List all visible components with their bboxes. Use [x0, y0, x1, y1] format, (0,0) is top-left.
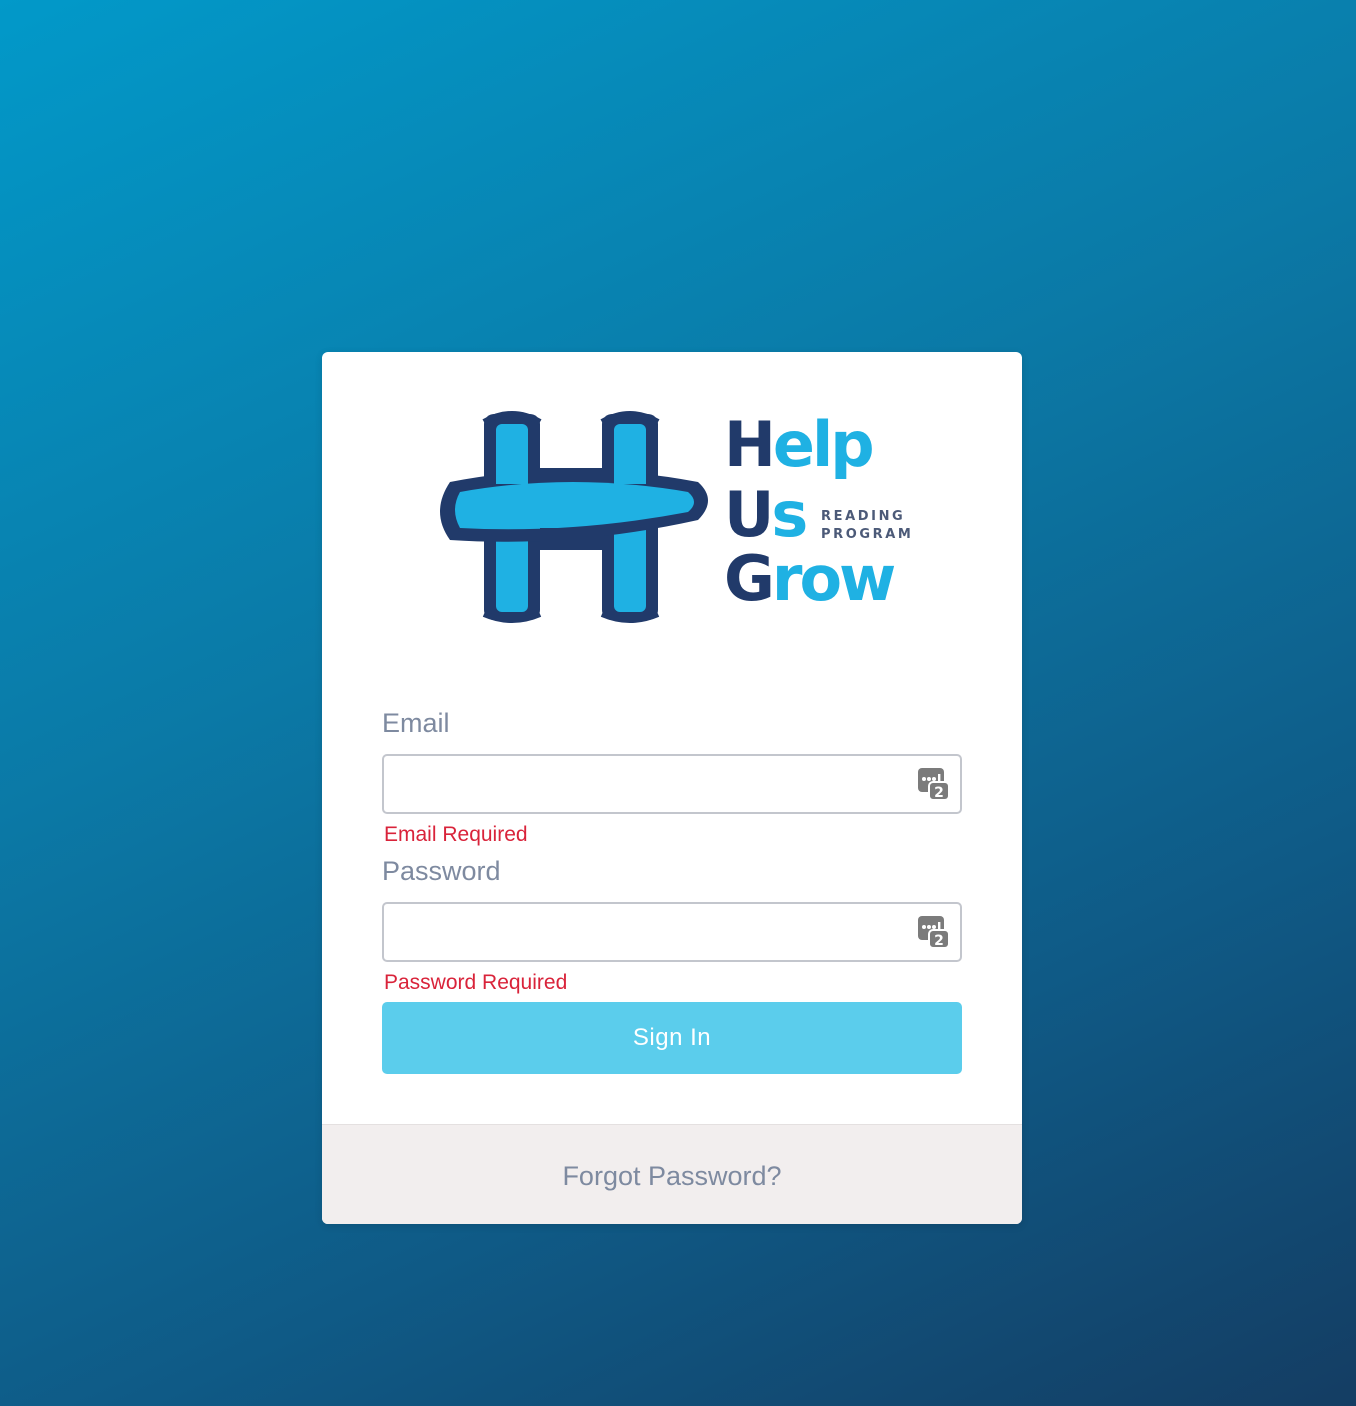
password-label: Password: [382, 856, 501, 886]
password-manager-icon[interactable]: 2: [916, 766, 950, 802]
password-manager-icon[interactable]: 2: [916, 914, 950, 950]
logo-tagline-program: PROGRAM: [821, 527, 914, 542]
email-field-wrapper: 2: [382, 754, 962, 814]
logo-h-mark-icon: [440, 411, 708, 623]
email-field[interactable]: [384, 756, 932, 812]
logo-tagline-reading: READING: [821, 509, 906, 524]
forgot-password-link[interactable]: Forgot Password?: [322, 1163, 1022, 1190]
logo-word-grow: Grow: [724, 542, 896, 615]
password-field[interactable]: [384, 904, 932, 960]
email-error: Email Required: [384, 823, 528, 846]
password-field-wrapper: 2: [382, 902, 962, 962]
password-error: Password Required: [384, 971, 568, 994]
svg-text:2: 2: [934, 785, 944, 801]
logo-wordmark: Help Us Grow READING PROGRAM: [724, 408, 924, 624]
email-label: Email: [382, 708, 450, 738]
logo-word-help: Help: [724, 408, 875, 481]
sign-in-button[interactable]: Sign In: [382, 1002, 962, 1074]
logo-word-us: Us: [724, 478, 808, 551]
svg-text:2: 2: [934, 933, 944, 949]
card-footer: Forgot Password?: [322, 1124, 1022, 1224]
login-card: Help Us Grow READING PROGRAM Email 2 Ema…: [322, 352, 1022, 1224]
help-us-grow-logo: Help Us Grow READING PROGRAM: [436, 408, 916, 624]
